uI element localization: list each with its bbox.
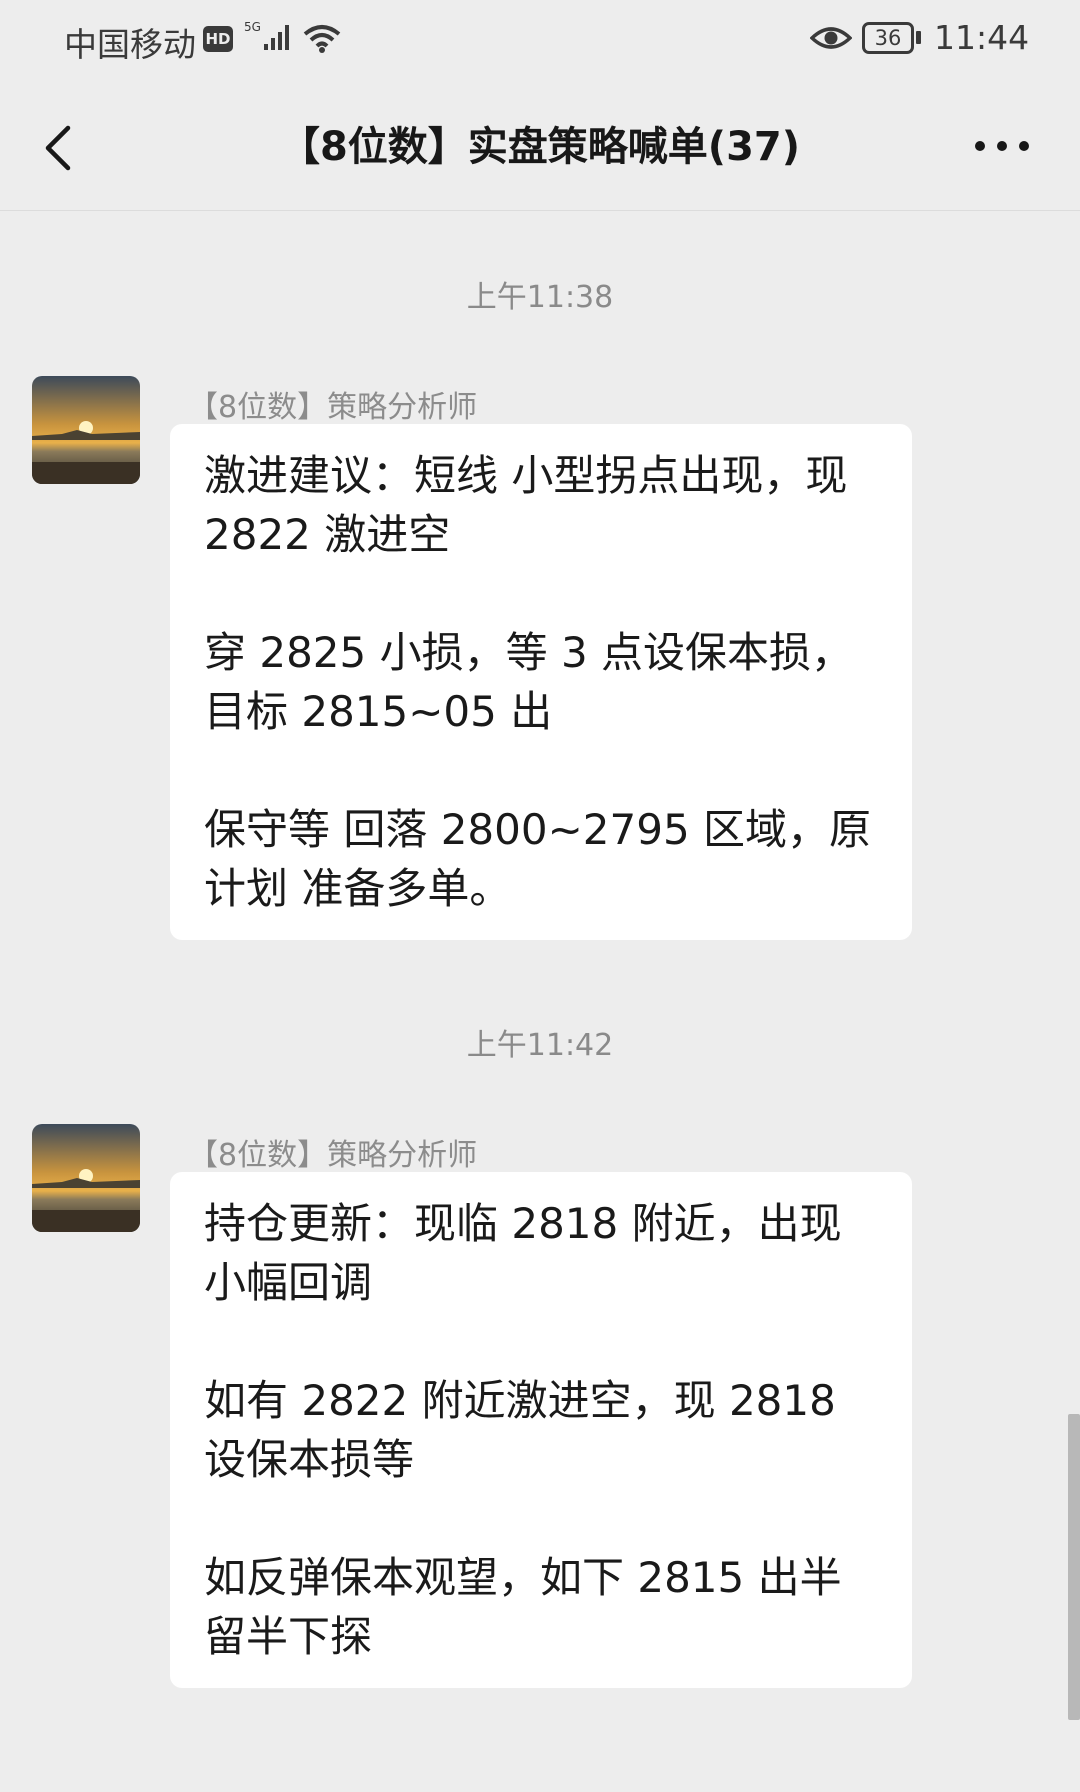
message-paragraph: 如反弹保本观望，如下 2815 出半留半下探 — [204, 1553, 842, 1661]
status-bar: 中国移动 HD 5G 36 11:44 — [0, 0, 1080, 84]
eye-icon — [810, 27, 852, 49]
message-bubble[interactable]: 持仓更新：现临 2818 附近，出现小幅回调 如有 2822 附近激进空，现 2… — [170, 1172, 912, 1688]
battery-level: 36 — [874, 26, 902, 50]
message-bubble[interactable]: 激进建议：短线 小型拐点出现，现 2822 激进空 穿 2825 小损，等 3 … — [170, 424, 912, 940]
message-paragraph: 持仓更新：现临 2818 附近，出现小幅回调 — [204, 1199, 842, 1307]
message-timestamp: 上午11:42 — [466, 1028, 614, 1063]
message-paragraph: 穿 2825 小损，等 3 点设保本损，目标 2815~05 出 — [204, 628, 854, 736]
chevron-left-icon[interactable] — [36, 120, 84, 176]
sunset-avatar-image — [32, 1124, 140, 1232]
more-dots-icon[interactable] — [972, 136, 1032, 156]
network-label: 5G — [244, 20, 261, 34]
battery-icon: 36 — [862, 22, 914, 54]
hd-badge: HD — [203, 26, 233, 52]
avatar[interactable] — [32, 376, 140, 484]
scrollbar[interactable] — [1068, 1414, 1080, 1720]
sender-name: 【8位数】策略分析师 — [188, 390, 478, 425]
message-paragraph: 激进建议：短线 小型拐点出现，现 2822 激进空 — [204, 451, 848, 559]
message-paragraph: 保守等 回落 2800~2795 区域，原计划 准备多单。 — [204, 805, 872, 913]
message-paragraph: 如有 2822 附近激进空，现 2818 设保本损等 — [204, 1376, 836, 1484]
avatar[interactable] — [32, 1124, 140, 1232]
battery-cap — [916, 31, 921, 44]
chat-title: 【8位数】实盘策略喊单(37) — [279, 124, 801, 170]
sender-name: 【8位数】策略分析师 — [188, 1138, 478, 1173]
status-time: 11:44 — [934, 18, 1030, 57]
wifi-icon — [303, 25, 341, 53]
signal-icon: 5G — [244, 20, 289, 50]
nav-bar: 【8位数】实盘策略喊单(37) — [0, 84, 1080, 211]
message-timestamp: 上午11:38 — [466, 280, 614, 315]
carrier-name: 中国移动 — [64, 25, 196, 64]
sunset-avatar-image — [32, 376, 140, 484]
